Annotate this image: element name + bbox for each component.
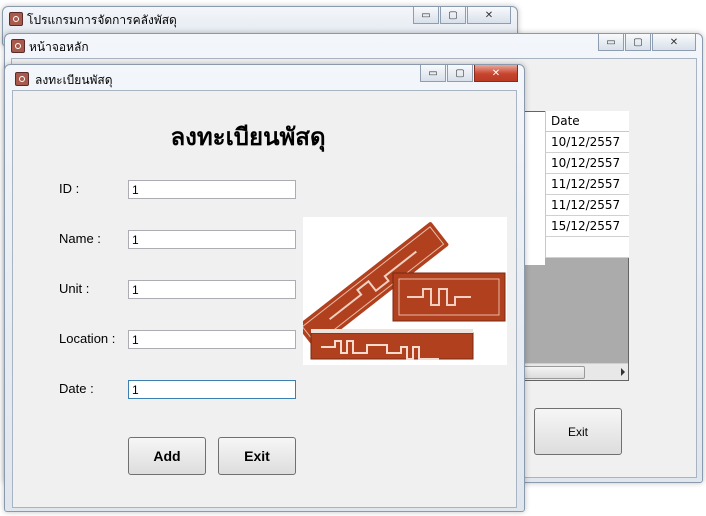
form-window: ลงทะเบียนพัสดุ ▭ ▢ ✕ ลงทะเบียนพัสดุ ID :… — [4, 64, 525, 512]
form-client: ลงทะเบียนพัสดุ ID : Name : Unit : Locati… — [12, 90, 517, 508]
column-header-date[interactable]: Date — [546, 111, 629, 132]
maximize-icon: ▢ — [455, 67, 465, 79]
table-row[interactable]: 11/12/2557 — [546, 195, 629, 216]
maximize-icon: ▢ — [448, 9, 458, 21]
id-label: ID : — [59, 181, 80, 196]
location-input[interactable] — [128, 330, 296, 349]
table-row[interactable]: 15/12/2557 — [546, 216, 629, 237]
unit-input[interactable] — [128, 280, 296, 299]
maximize-button[interactable]: ▢ — [440, 7, 466, 24]
name-input[interactable] — [128, 230, 296, 249]
exit-button[interactable]: Exit — [218, 437, 296, 475]
date-label: Date : — [59, 381, 94, 396]
minimize-button[interactable]: ▭ — [413, 7, 439, 24]
maximize-button[interactable]: ▢ — [625, 34, 651, 51]
minimize-button[interactable]: ▭ — [598, 34, 624, 51]
minimize-icon: ▭ — [428, 67, 438, 79]
close-icon: ✕ — [491, 67, 501, 79]
location-label: Location : — [59, 331, 116, 346]
id-input[interactable] — [128, 180, 296, 199]
table-row[interactable]: 10/12/2557 — [546, 132, 629, 153]
exit-label: Exit — [244, 448, 270, 464]
close-button[interactable]: ✕ — [474, 65, 518, 82]
app-icon — [9, 12, 23, 26]
form-window-title: ลงทะเบียนพัสดุ — [35, 73, 113, 87]
main-window-title: หน้าจอหลัก — [29, 40, 89, 54]
close-icon: ✕ — [669, 36, 679, 48]
minimize-icon: ▭ — [421, 9, 431, 21]
close-button[interactable]: ✕ — [467, 7, 511, 24]
scroll-right-icon[interactable] — [621, 368, 625, 376]
close-button[interactable]: ✕ — [652, 34, 696, 51]
form-window-titlebar[interactable]: ลงทะเบียนพัสดุ ▭ ▢ ✕ — [5, 65, 524, 89]
rfid-tag-image — [303, 217, 507, 365]
table-row[interactable]: 11/12/2557 — [546, 174, 629, 195]
name-label: Name : — [59, 231, 101, 246]
maximize-icon: ▢ — [633, 36, 643, 48]
back-window-title: โปรแกรมการจัดการคลังพัสดุ — [27, 13, 177, 27]
minimize-icon: ▭ — [606, 36, 616, 48]
table-row[interactable] — [546, 237, 629, 258]
add-label: Add — [153, 448, 181, 464]
unit-label: Unit : — [59, 281, 90, 296]
maximize-button[interactable]: ▢ — [447, 65, 473, 82]
app-icon — [11, 39, 25, 53]
table-row[interactable]: 10/12/2557 — [546, 153, 629, 174]
back-window-titlebar[interactable]: โปรแกรมการจัดการคลังพัสดุ ▭ ▢ ✕ — [3, 7, 517, 31]
main-exit-button[interactable]: Exit — [534, 408, 622, 455]
add-button[interactable]: Add — [128, 437, 206, 475]
form-heading: ลงทะเบียนพัสดุ — [170, 123, 326, 151]
close-icon: ✕ — [484, 9, 494, 21]
main-window-titlebar[interactable]: หน้าจอหลัก ▭ ▢ ✕ — [5, 34, 702, 58]
minimize-button[interactable]: ▭ — [420, 65, 446, 82]
main-exit-label: Exit — [567, 424, 588, 439]
date-input[interactable] — [128, 380, 296, 399]
app-icon — [15, 72, 29, 86]
